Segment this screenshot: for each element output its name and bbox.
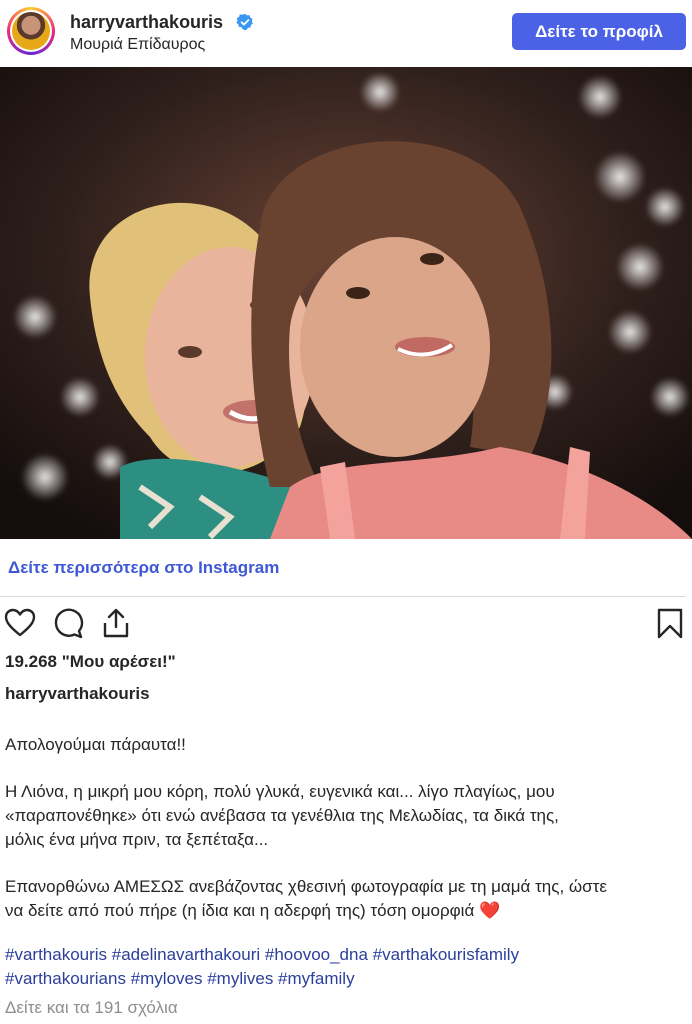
avatar-image [12,12,50,50]
caption-line: Επανορθώνω ΑΜΕΣΩΣ ανεβάζοντας χθεσινή φω… [5,877,607,896]
likes-count[interactable]: 19.268 "Μου αρέσει!" [5,652,176,672]
caption-line: μόλις ένα μήνα πριν, τα ξεπέταξα... [5,830,269,849]
heart-icon[interactable] [4,606,36,640]
caption-line: Η Λιόνα, η μικρή μου κόρη, πολύ γλυκά, ε… [5,782,555,801]
hashtags: #varthakouris #adelinavarthakouri #hoovo… [5,943,519,991]
comment-icon[interactable] [52,606,84,640]
caption-line: να δείτε από πού πήρε (η ίδια και η αδερ… [5,901,501,920]
share-icon[interactable] [100,606,132,640]
avatar[interactable] [7,7,55,55]
post-photo[interactable] [0,67,692,539]
divider [0,596,686,597]
caption-line: «παραπονέθηκε» ότι ενώ ανέβασα τα γενέθλ… [5,806,559,825]
location-link[interactable]: Μουριά Επίδαυρος [70,36,205,54]
post-header: harryvarthakouris Μουριά Επίδαυρος Δείτε… [0,0,692,66]
caption-username[interactable]: harryvarthakouris [5,684,150,704]
avatar-frame [10,10,52,52]
view-comments-link[interactable]: Δείτε και τα 191 σχόλια [5,998,178,1018]
photo-illustration [0,67,692,539]
caption-line: Απολογούμαι πάραυτα!! [5,735,186,754]
hashtags-line[interactable]: #varthakourians #myloves #mylives #myfam… [5,967,519,991]
view-profile-button[interactable]: Δείτε το προφίλ [512,13,686,50]
verified-badge-icon [236,13,253,31]
see-more-instagram-link[interactable]: Δείτε περισσότερα στο Instagram [8,558,279,578]
hashtags-line[interactable]: #varthakouris #adelinavarthakouri #hoovo… [5,943,519,967]
username-link[interactable]: harryvarthakouris [70,12,223,33]
bookmark-icon[interactable] [654,606,686,640]
